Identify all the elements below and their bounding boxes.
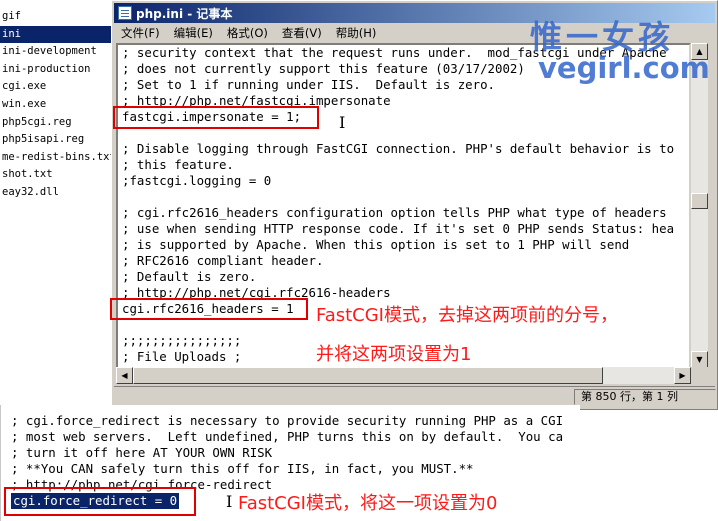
menu-edit[interactable]: 编辑(E) <box>167 25 220 41</box>
text-cursor-icon: I <box>226 492 233 511</box>
editor-line: ; File Uploads ; <box>122 349 242 364</box>
scroll-down-arrow-icon[interactable]: ▼ <box>691 351 708 368</box>
horizontal-scrollbar[interactable]: ◀ ▶ <box>116 367 691 384</box>
annotation-note: FastCGI模式，将这一项设置为0 <box>238 493 498 514</box>
editor-line: ; use when sending HTTP response code. I… <box>122 221 675 236</box>
file-item[interactable]: win.exe <box>0 96 112 114</box>
status-bar: 第 850 行，第 1 列 <box>114 386 716 406</box>
highlight-box-rfc2616 <box>110 298 308 320</box>
editor-line: ; cgi.rfc2616_headers configuration opti… <box>122 205 667 220</box>
file-item[interactable]: php5isapi.reg <box>0 131 112 149</box>
file-item[interactable]: php5cgi.reg <box>0 114 112 132</box>
file-item[interactable]: eay32.dll <box>0 184 112 202</box>
file-item[interactable]: shot.txt <box>0 166 112 184</box>
highlight-box-force-redirect <box>4 487 196 516</box>
annotation-note: 并将这两项设置为1 <box>316 344 472 365</box>
editor-line: ; Default is zero. <box>122 269 257 284</box>
file-list: gif ini ini-development ini-production c… <box>0 8 112 203</box>
text-cursor-icon: I <box>339 113 346 132</box>
notepad-icon <box>118 6 132 20</box>
editor-line: ; RFC2616 compliant header. <box>122 253 324 268</box>
scroll-left-arrow-icon[interactable]: ◀ <box>116 367 133 384</box>
scroll-right-arrow-icon[interactable]: ▶ <box>674 367 691 384</box>
text-editor[interactable]: ; security context that the request runs… <box>116 43 691 383</box>
horizontal-scroll-thumb[interactable] <box>133 367 603 384</box>
editor-line: ; does not currently support this featur… <box>122 61 525 76</box>
watermark-logo-en: vegirl.com <box>538 51 710 85</box>
menu-file[interactable]: 文件(F) <box>114 25 167 41</box>
editor-line: ; **You CAN safely turn this off for IIS… <box>11 461 474 476</box>
explorer-blank-area <box>0 205 112 405</box>
cursor-position: 第 850 行，第 1 列 <box>574 389 716 405</box>
editor-line: ; cgi.force_redirect is necessary to pro… <box>11 413 564 428</box>
menu-format[interactable]: 格式(O) <box>220 25 275 41</box>
editor-line: ;fastcgi.logging = 0 <box>122 173 272 188</box>
vertical-scroll-thumb[interactable] <box>691 193 708 209</box>
editor-line: ;;;;;;;;;;;;;;;; <box>122 333 242 348</box>
editor-line: ; is supported by Apache. When this opti… <box>122 237 630 252</box>
file-item[interactable]: ini-development <box>0 43 112 61</box>
scroll-corner <box>691 367 708 384</box>
editor-line: ; Set to 1 if running under IIS. Default… <box>122 77 495 92</box>
highlight-box-impersonate <box>113 106 319 129</box>
menu-view[interactable]: 查看(V) <box>275 25 329 41</box>
window-title: php.ini - 记事本 <box>136 6 233 21</box>
editor-line: ; turn it off here AT YOUR OWN RISK <box>11 445 273 460</box>
vertical-scrollbar[interactable]: ▲ ▼ <box>691 43 708 368</box>
editor-line: ; Disable logging through FastCGI connec… <box>122 141 675 156</box>
editor-line: ; this feature. <box>122 157 234 172</box>
file-item-selected[interactable]: ini <box>0 25 112 44</box>
menu-help[interactable]: 帮助(H) <box>329 25 384 41</box>
annotation-note: FastCGI模式，去掉这两项前的分号， <box>316 305 618 326</box>
file-item[interactable]: gif <box>0 8 112 26</box>
editor-line: ; most web servers. Left undefined, PHP … <box>11 429 564 444</box>
file-item[interactable]: ini-production <box>0 61 112 79</box>
file-item[interactable]: me-redist-bins.txt <box>0 149 112 167</box>
file-item[interactable]: cgi.exe <box>0 78 112 96</box>
